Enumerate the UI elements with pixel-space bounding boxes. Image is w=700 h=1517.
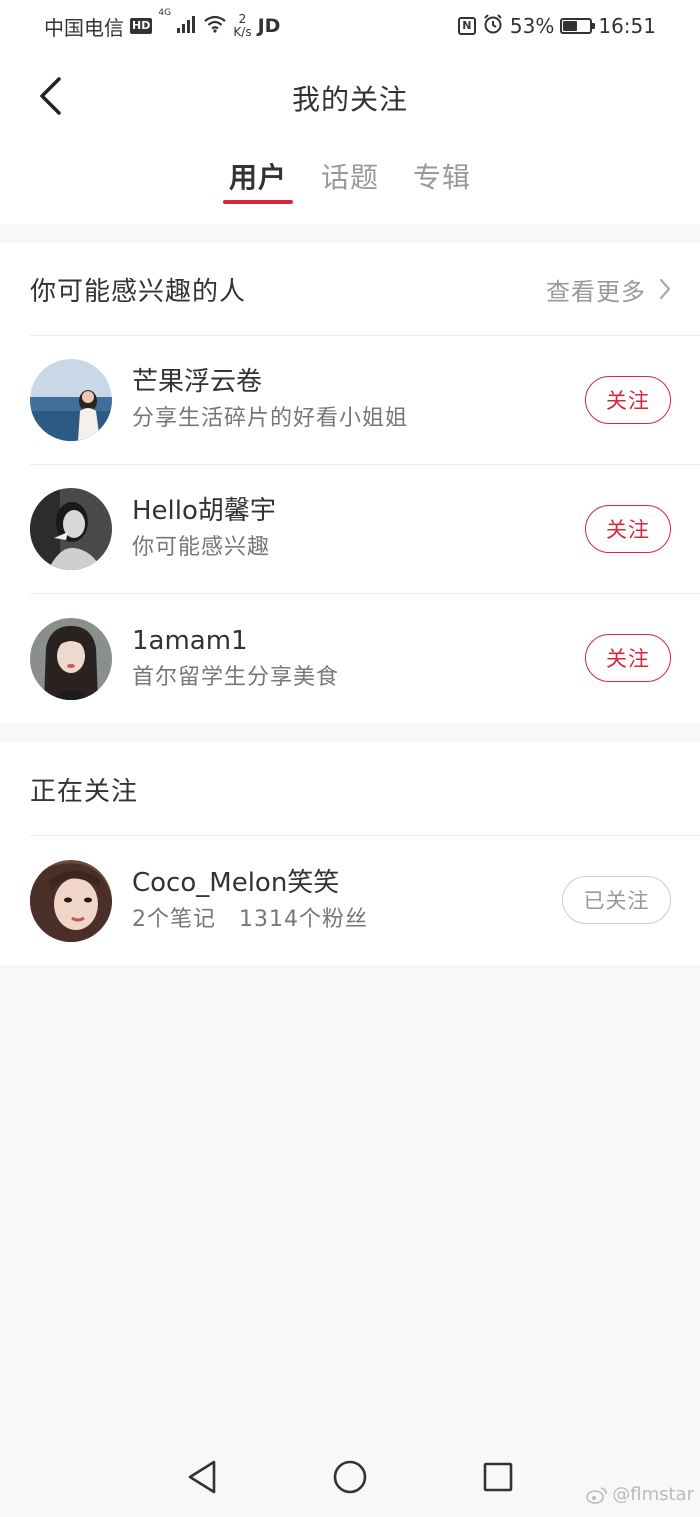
watermark: @flmstar (586, 1484, 694, 1505)
battery-icon (560, 18, 596, 34)
status-bar: 中国电信 HD 4G 2 K/s JD N 53% 16:51 (0, 0, 700, 52)
suggestions-section: 你可能感兴趣的人 查看更多 芒果浮云卷 分享生活碎片的好看小姐姐 关注 Hell… (0, 243, 700, 723)
carrier-name: 中国电信 (44, 15, 124, 40)
speed-unit: K/s (233, 25, 252, 39)
avatar[interactable] (30, 359, 112, 441)
wifi-icon (203, 14, 227, 38)
avatar[interactable] (30, 488, 112, 570)
following-button[interactable]: 已关注 (562, 876, 671, 924)
suggested-user-row[interactable]: Hello胡馨宇 你可能感兴趣 关注 (30, 465, 700, 594)
signal-icon: 4G (158, 8, 197, 38)
tab-users[interactable]: 用户 (222, 152, 294, 204)
following-user-row[interactable]: Coco_Melon笑笑 2个笔记 1314个粉丝 已关注 (30, 836, 700, 965)
page-title: 我的关注 (291, 83, 408, 116)
weibo-icon (586, 1486, 608, 1504)
battery-level (563, 21, 578, 31)
header: 我的关注 用户 话题 专辑 (0, 52, 700, 224)
avatar[interactable] (30, 617, 112, 700)
chevron-right-icon (659, 278, 671, 300)
following-section: 正在关注 Coco_Melon笑笑 2个笔记 1314个粉丝 已关注 (0, 743, 700, 965)
avatar[interactable] (30, 859, 112, 942)
triangle-back-icon (188, 1460, 216, 1494)
nfc-icon: N (457, 17, 476, 35)
suggestions-title: 你可能感兴趣的人 (30, 276, 247, 307)
tab-albums[interactable]: 专辑 (409, 152, 475, 204)
status-bar-right: N 53% 16:51 (457, 13, 656, 40)
network-type: 4G (158, 8, 172, 18)
nav-recents-button[interactable] (474, 1453, 522, 1501)
square-recents-icon (483, 1462, 513, 1492)
status-bar-left: 中国电信 HD 4G 2 K/s JD (44, 8, 281, 41)
nav-back-button[interactable] (178, 1453, 226, 1501)
suggested-user-row[interactable]: 1amam1 首尔留学生分享美食 关注 (30, 594, 700, 723)
follow-button[interactable]: 关注 (585, 505, 671, 553)
watermark-text: @flmstar (612, 1484, 694, 1505)
network-speed: 2 K/s (233, 13, 251, 39)
tab-bar: 用户 话题 专辑 (0, 152, 700, 208)
system-nav-bar (0, 1437, 700, 1517)
circle-home-icon (333, 1460, 367, 1494)
clock: 16:51 (598, 14, 656, 38)
see-more-label: 查看更多 (546, 277, 646, 306)
battery-percent: 53% (509, 14, 555, 38)
suggested-user-row[interactable]: 芒果浮云卷 分享生活碎片的好看小姐姐 关注 (30, 336, 700, 465)
follow-button[interactable]: 关注 (585, 634, 671, 682)
tab-topics[interactable]: 话题 (317, 152, 383, 204)
follow-button[interactable]: 关注 (585, 376, 671, 424)
alarm-icon (482, 13, 504, 40)
see-more-link[interactable]: 查看更多 (546, 272, 672, 307)
suggestions-header: 你可能感兴趣的人 查看更多 (30, 243, 700, 336)
following-header: 正在关注 (30, 743, 700, 836)
jd-app-icon: JD (257, 15, 281, 37)
hd-badge: HD (130, 18, 153, 34)
nav-home-button[interactable] (326, 1453, 374, 1501)
following-title: 正在关注 (30, 776, 139, 807)
